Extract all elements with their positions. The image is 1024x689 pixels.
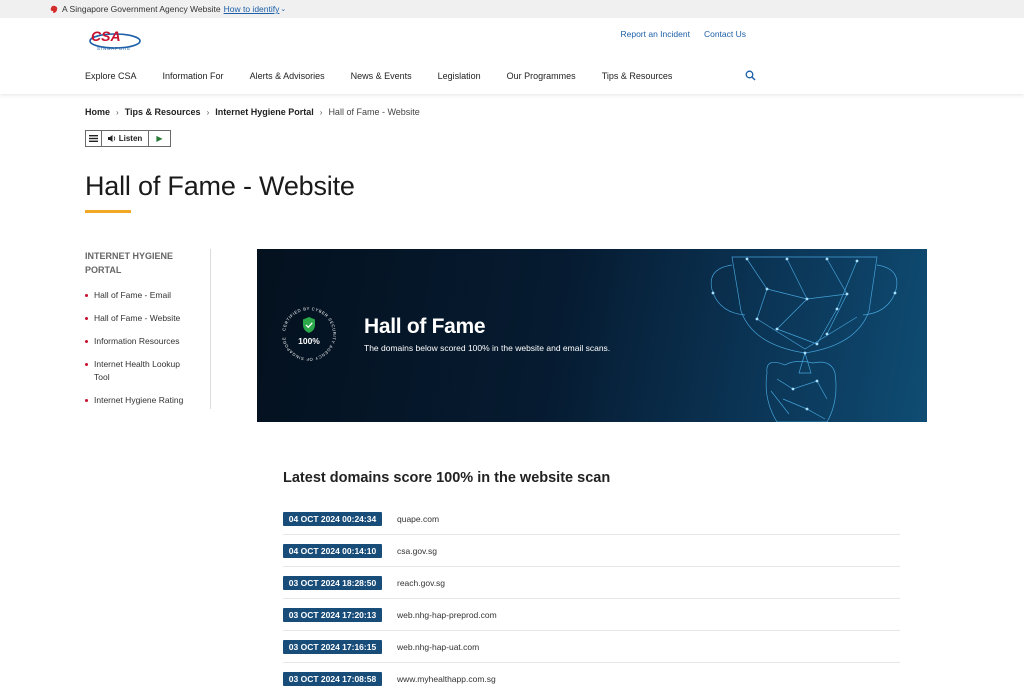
sidebar-item-hall-of-fame-email[interactable]: Hall of Fame - Email <box>85 289 195 302</box>
chevron-right-icon: › <box>116 107 119 117</box>
date-badge: 04 OCT 2024 00:14:10 <box>283 543 382 558</box>
contact-us-link[interactable]: Contact Us <box>704 29 746 39</box>
search-icon[interactable] <box>745 70 756 81</box>
nav-news-events[interactable]: News & Events <box>351 71 412 81</box>
speaker-icon <box>107 135 115 142</box>
logo-text: CSA <box>91 28 121 44</box>
listen-menu-button[interactable] <box>86 131 102 146</box>
sidebar-item-internet-hygiene-rating[interactable]: Internet Hygiene Rating <box>85 394 195 407</box>
singapore-lion-icon <box>50 5 58 13</box>
breadcrumb-current: Hall of Fame - Website <box>328 107 420 117</box>
shield-icon <box>303 317 315 333</box>
gov-masthead: A Singapore Government Agency Website Ho… <box>0 0 1024 18</box>
sidebar-list: Hall of Fame - Email Hall of Fame - Webs… <box>85 289 210 407</box>
banner-title: Hall of Fame <box>364 315 486 338</box>
domain-name: csa.gov.sg <box>397 545 438 556</box>
date-badge: 03 OCT 2024 17:16:15 <box>283 639 382 654</box>
listen-label: Listen <box>118 134 143 143</box>
chevron-right-icon: › <box>206 107 210 117</box>
nav-explore-csa[interactable]: Explore CSA <box>85 71 137 81</box>
certification-badge: CERTIFIED BY CYBER SECURITY AGENCY OF SI… <box>281 306 337 362</box>
list-item: 03 OCT 2024 17:20:13 web.nhg-hap-preprod… <box>283 599 900 631</box>
nav-our-programmes[interactable]: Our Programmes <box>507 71 576 81</box>
date-badge: 03 OCT 2024 18:28:50 <box>283 575 382 590</box>
how-to-identify-link[interactable]: How to identify <box>224 4 280 14</box>
breadcrumb-home[interactable]: Home <box>85 107 110 117</box>
trophy-icon <box>710 256 898 422</box>
sidebar-heading: INTERNET HYGIENE PORTAL <box>85 251 174 275</box>
title-underline <box>85 210 131 213</box>
breadcrumb-internet-hygiene-portal[interactable]: Internet Hygiene Portal <box>215 107 314 117</box>
domain-name: quape.com <box>397 513 440 524</box>
svg-text:CERTIFIED BY CYBER SECURITY AG: CERTIFIED BY CYBER SECURITY AGENCY OF SI… <box>281 306 337 362</box>
menu-icon <box>89 135 98 142</box>
list-item: 04 OCT 2024 00:14:10 csa.gov.sg <box>283 535 900 567</box>
chevron-down-icon[interactable]: ⌄ <box>280 5 286 13</box>
listen-widget: Listen ▶ <box>85 130 171 147</box>
latest-domains-heading: Latest domains score 100% in the website… <box>283 470 611 486</box>
badge-value: 100% <box>298 336 320 346</box>
list-item: 04 OCT 2024 00:24:34 quape.com <box>283 503 900 535</box>
list-item: 03 OCT 2024 18:28:50 reach.gov.sg <box>283 567 900 599</box>
list-item: 03 OCT 2024 17:08:58 www.myhealthapp.com… <box>283 663 900 689</box>
domain-list: 04 OCT 2024 00:24:34 quape.com 04 OCT 20… <box>283 503 900 689</box>
nav-information-for[interactable]: Information For <box>163 71 224 81</box>
site-header: CSA SINGAPORE Report an Incident Contact… <box>0 18 1024 94</box>
breadcrumb: Home › Tips & Resources › Internet Hygie… <box>85 107 420 117</box>
chevron-right-icon: › <box>319 107 323 117</box>
list-item: 03 OCT 2024 17:16:15 web.nhg-hap-uat.com <box>283 631 900 663</box>
date-badge: 03 OCT 2024 17:08:58 <box>283 672 382 686</box>
domain-name: www.myhealthapp.com.sg <box>397 674 496 684</box>
domain-name: web.nhg-hap-uat.com <box>397 641 480 652</box>
sidebar: INTERNET HYGIENE PORTAL Hall of Fame - E… <box>85 249 211 409</box>
domain-name: reach.gov.sg <box>397 577 446 588</box>
page-title: Hall of Fame - Website <box>85 171 355 201</box>
hall-of-fame-banner: CERTIFIED BY CYBER SECURITY AGENCY OF SI… <box>257 249 927 422</box>
utility-links: Report an Incident Contact Us <box>620 29 746 39</box>
date-badge: 04 OCT 2024 00:24:34 <box>283 511 382 526</box>
nav-tips-resources[interactable]: Tips & Resources <box>602 71 673 81</box>
sidebar-item-internet-health-lookup-tool[interactable]: Internet Health Lookup Tool <box>85 358 195 384</box>
sidebar-item-hall-of-fame-website[interactable]: Hall of Fame - Website <box>85 312 195 325</box>
logo-subtext: SINGAPORE <box>97 46 131 51</box>
nav-alerts-advisories[interactable]: Alerts & Advisories <box>250 71 325 81</box>
listen-button[interactable]: Listen <box>102 131 149 146</box>
date-badge: 03 OCT 2024 17:20:13 <box>283 607 382 622</box>
banner-subtitle: The domains below scored 100% in the web… <box>364 343 611 353</box>
breadcrumb-tips-resources[interactable]: Tips & Resources <box>125 107 201 117</box>
badge-ring-text: CERTIFIED BY CYBER SECURITY AGENCY OF SI… <box>281 306 336 362</box>
masthead-text: A Singapore Government Agency Website <box>62 4 221 14</box>
csa-logo[interactable]: CSA SINGAPORE <box>88 28 142 52</box>
sidebar-item-information-resources[interactable]: Information Resources <box>85 335 195 348</box>
report-incident-link[interactable]: Report an Incident <box>620 29 689 39</box>
nav-legislation[interactable]: Legislation <box>438 71 481 81</box>
domain-name: web.nhg-hap-preprod.com <box>397 609 497 620</box>
play-icon[interactable]: ▶ <box>149 131 170 146</box>
main-nav: Explore CSA Information For Alerts & Adv… <box>85 71 698 81</box>
